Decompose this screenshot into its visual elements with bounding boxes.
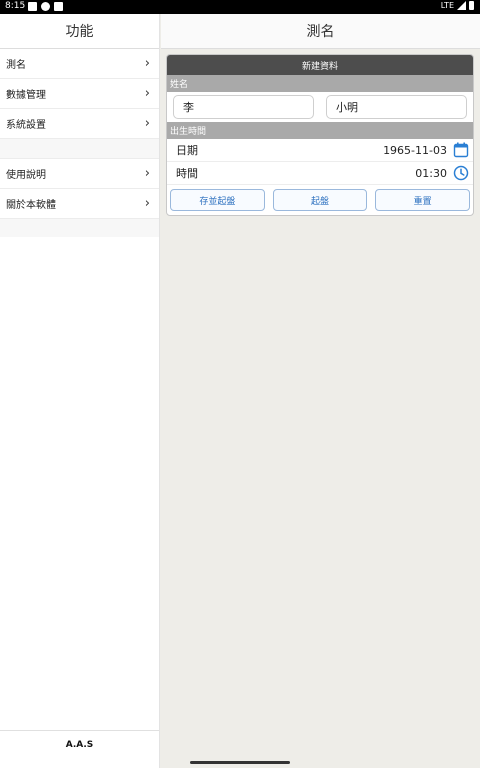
- time-value[interactable]: 01:30: [415, 167, 447, 180]
- status-right: LTE: [441, 1, 474, 10]
- sidebar-item-system-settings[interactable]: 系統設置 ›: [0, 109, 159, 139]
- date-row[interactable]: 日期 1965-11-03: [167, 139, 473, 162]
- calendar-icon[interactable]: [453, 142, 469, 158]
- chevron-right-icon: ›: [144, 56, 150, 71]
- new-record-form: 新建資料 姓名 李 小明 出生時間 日期 1965-11-03 時間 01:30: [166, 54, 474, 216]
- action-buttons: 存並起盤 起盤 重置: [167, 185, 473, 215]
- sidebar-item-data-management[interactable]: 數據管理 ›: [0, 79, 159, 109]
- sidebar-title: 功能: [0, 14, 159, 49]
- home-indicator[interactable]: [190, 761, 290, 764]
- sidebar-item-label: 數據管理: [6, 90, 46, 101]
- sd-card-icon: [54, 2, 63, 11]
- surname-input[interactable]: 李: [173, 95, 314, 119]
- chevron-right-icon: ›: [144, 196, 150, 211]
- sidebar-item-about[interactable]: 關於本軟體 ›: [0, 189, 159, 219]
- sidebar-divider: [0, 139, 159, 159]
- date-value[interactable]: 1965-11-03: [383, 144, 447, 157]
- status-bar: 8:15 LTE: [0, 0, 480, 14]
- date-label: 日期: [176, 144, 198, 157]
- form-title: 新建資料: [167, 55, 473, 75]
- name-row: 李 小明: [167, 92, 473, 122]
- sidebar-item-label: 測名: [6, 60, 26, 71]
- notification-icon: [28, 2, 37, 11]
- start-button[interactable]: 起盤: [272, 189, 368, 211]
- sidebar-item-instructions[interactable]: 使用說明 ›: [0, 159, 159, 189]
- sidebar-divider: [0, 219, 159, 237]
- network-label: LTE: [440, 1, 454, 10]
- time-row[interactable]: 時間 01:30: [167, 162, 473, 185]
- chevron-right-icon: ›: [144, 86, 150, 101]
- notification-icon: [41, 2, 50, 11]
- sidebar-item-label: 使用說明: [6, 170, 46, 181]
- name-section-header: 姓名: [167, 75, 473, 92]
- sidebar-item-name-test[interactable]: 測名 ›: [0, 49, 159, 79]
- given-name-input[interactable]: 小明: [326, 95, 467, 119]
- sidebar-item-label: 系統設置: [6, 120, 46, 131]
- time-label: 時間: [176, 167, 198, 180]
- save-and-start-button[interactable]: 存並起盤: [170, 189, 265, 211]
- sidebar-footer: A.A.S: [0, 730, 159, 758]
- page-title: 測名: [161, 14, 480, 49]
- birth-section-header: 出生時間: [167, 122, 473, 139]
- clock-icon[interactable]: [453, 165, 469, 181]
- sidebar: 功能 測名 › 數據管理 › 系統設置 › 使用說明 › 關於本軟體 › A.A…: [0, 14, 160, 768]
- sidebar-item-label: 關於本軟體: [6, 200, 56, 211]
- chevron-right-icon: ›: [144, 116, 150, 131]
- chevron-right-icon: ›: [144, 166, 150, 181]
- status-time: 8:15: [5, 1, 26, 11]
- notification-icons: [28, 2, 63, 11]
- signal-icon: [457, 1, 466, 10]
- battery-icon: [469, 1, 474, 10]
- reset-button[interactable]: 重置: [375, 189, 471, 211]
